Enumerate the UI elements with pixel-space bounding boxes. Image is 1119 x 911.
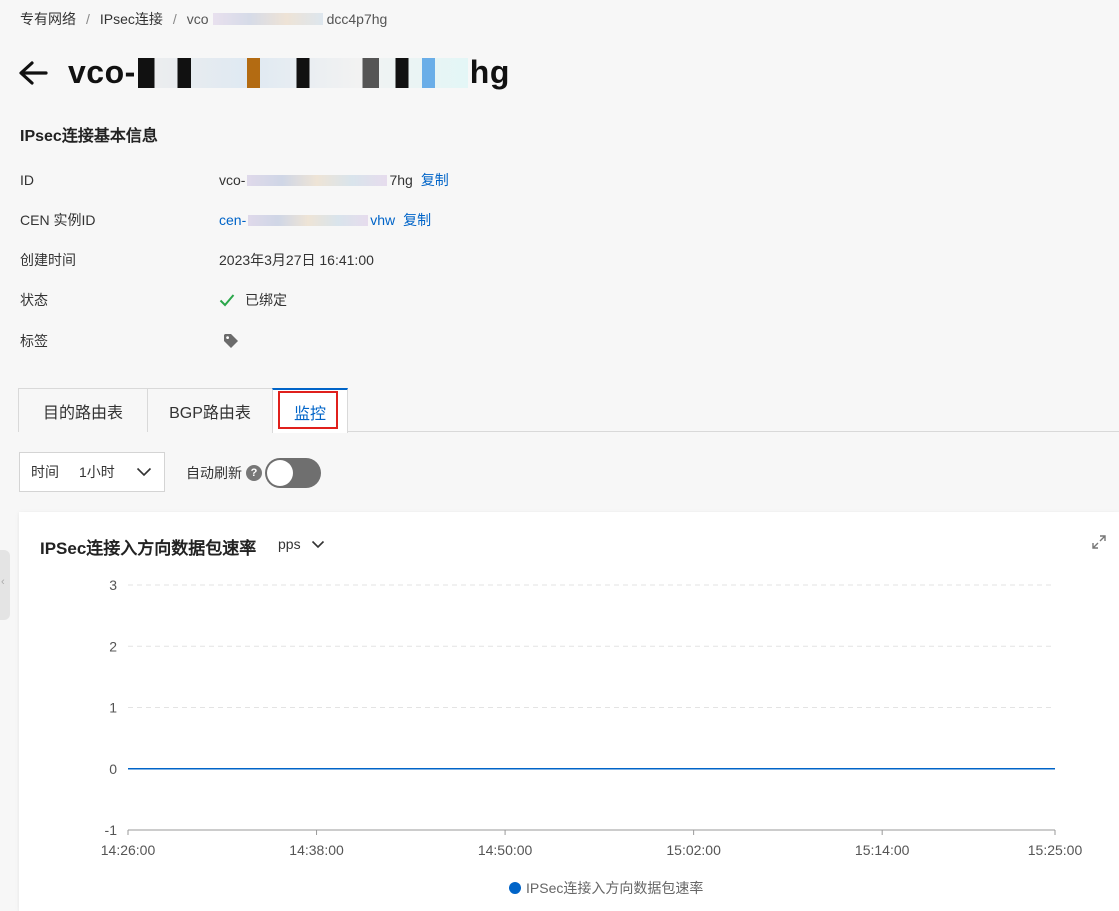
x-tick-label: 14:50:00 bbox=[478, 842, 533, 858]
breadcrumb-current: vco dcc4p7hg bbox=[187, 11, 388, 27]
time-label: 时间 bbox=[31, 464, 59, 480]
y-tick-label: 0 bbox=[109, 761, 117, 777]
redacted-text bbox=[137, 57, 468, 88]
tab-destination-route-table[interactable]: 目的路由表 bbox=[18, 388, 148, 432]
breadcrumb-vpc[interactable]: 专有网络 bbox=[20, 9, 76, 29]
breadcrumb-current-prefix: vco bbox=[186, 11, 209, 27]
auto-refresh-toggle[interactable] bbox=[265, 458, 321, 488]
breadcrumb-current-suffix: dcc4p7hg bbox=[326, 11, 388, 27]
y-tick-label: 2 bbox=[109, 638, 117, 654]
tag-icon[interactable] bbox=[223, 333, 239, 349]
check-icon bbox=[219, 293, 235, 307]
cen-value: cen- vhw 复制 bbox=[219, 210, 431, 230]
y-tick-label: 3 bbox=[109, 577, 117, 593]
tab-bar: 目的路由表 BGP路由表 监控 bbox=[18, 388, 1119, 433]
x-tick-label: 15:25:00 bbox=[1028, 842, 1083, 858]
tab-monitoring[interactable]: 监控 bbox=[272, 388, 348, 433]
info-row-status: 状态 已绑定 bbox=[20, 290, 287, 310]
chevron-down-icon bbox=[136, 467, 152, 477]
breadcrumb: 专有网络 / IPsec连接 / vco dcc4p7hg bbox=[20, 9, 387, 29]
sidebar-collapse-handle[interactable]: ‹ bbox=[0, 550, 10, 620]
section-title: IPsec连接基本信息 bbox=[20, 128, 158, 145]
time-range-select[interactable]: 时间 1小时 bbox=[19, 452, 165, 492]
info-row-id: ID vco- 7hg 复制 bbox=[20, 170, 449, 190]
page-title-prefix: vco- bbox=[68, 54, 136, 90]
breadcrumb-separator: / bbox=[86, 11, 90, 27]
tags-value bbox=[219, 333, 239, 349]
cen-id-link[interactable]: cen- vhw bbox=[219, 212, 395, 228]
page-title: vco- hg bbox=[68, 54, 510, 91]
chart-legend[interactable]: IPSec连接入方向数据包速率 bbox=[509, 878, 703, 898]
y-tick-label: -1 bbox=[105, 822, 118, 838]
redacted-text bbox=[212, 13, 323, 25]
x-tick-label: 14:38:00 bbox=[289, 842, 344, 858]
id-value: vco- 7hg 复制 bbox=[219, 170, 449, 190]
line-chart: 3 2 1 0 -1 14:26:00 14:38:00 14:50:00 15:02:00 15… bbox=[101, 577, 1083, 858]
help-icon[interactable]: ? bbox=[246, 465, 262, 481]
legend-dot bbox=[509, 882, 521, 894]
copy-id-button[interactable]: 复制 bbox=[421, 170, 449, 190]
time-value: 1小时 bbox=[79, 464, 115, 480]
status-value: 已绑定 bbox=[219, 290, 287, 310]
copy-cen-button[interactable]: 复制 bbox=[403, 210, 431, 230]
id-label: ID bbox=[20, 172, 34, 188]
cen-suffix: vhw bbox=[370, 212, 396, 228]
tab-bgp-route-table[interactable]: BGP路由表 bbox=[147, 388, 273, 432]
legend-label: IPSec连接入方向数据包速率 bbox=[526, 880, 704, 896]
info-row-created: 创建时间 2023年3月27日 16:41:00 bbox=[20, 250, 374, 270]
auto-refresh-label: 自动刷新 bbox=[186, 465, 242, 481]
created-label: 创建时间 bbox=[20, 252, 76, 268]
status-label: 状态 bbox=[20, 292, 48, 308]
breadcrumb-ipsec[interactable]: IPsec连接 bbox=[100, 9, 163, 29]
x-tick-label: 15:02:00 bbox=[666, 842, 721, 858]
x-tick-label: 15:14:00 bbox=[855, 842, 910, 858]
redacted-text bbox=[247, 174, 388, 186]
y-tick-label: 1 bbox=[109, 700, 117, 716]
info-row-tags: 标签 bbox=[20, 331, 239, 351]
tags-label: 标签 bbox=[20, 333, 48, 349]
info-row-cen: CEN 实例ID cen- vhw 复制 bbox=[20, 210, 431, 230]
cen-label: CEN 实例ID bbox=[20, 212, 96, 228]
toggle-knob bbox=[267, 460, 293, 486]
cen-prefix: cen- bbox=[219, 212, 247, 228]
page-header: vco- hg bbox=[18, 54, 510, 91]
chevron-left-icon: ‹ bbox=[1, 576, 5, 588]
auto-refresh: 自动刷新 ? bbox=[186, 458, 321, 488]
chart-card: IPSec连接入方向数据包速率 pps 3 2 1 0 -1 14:26:00 14:38:… bbox=[19, 512, 1119, 911]
id-prefix: vco- bbox=[219, 172, 246, 188]
back-arrow-icon[interactable] bbox=[18, 56, 52, 90]
redacted-text bbox=[248, 214, 369, 226]
id-suffix: 7hg bbox=[389, 172, 413, 188]
breadcrumb-separator: / bbox=[172, 11, 177, 27]
status-text: 已绑定 bbox=[245, 292, 287, 308]
x-tick-label: 14:26:00 bbox=[101, 842, 156, 858]
page-title-suffix: hg bbox=[469, 54, 510, 90]
created-value: 2023年3月27日 16:41:00 bbox=[219, 252, 374, 268]
